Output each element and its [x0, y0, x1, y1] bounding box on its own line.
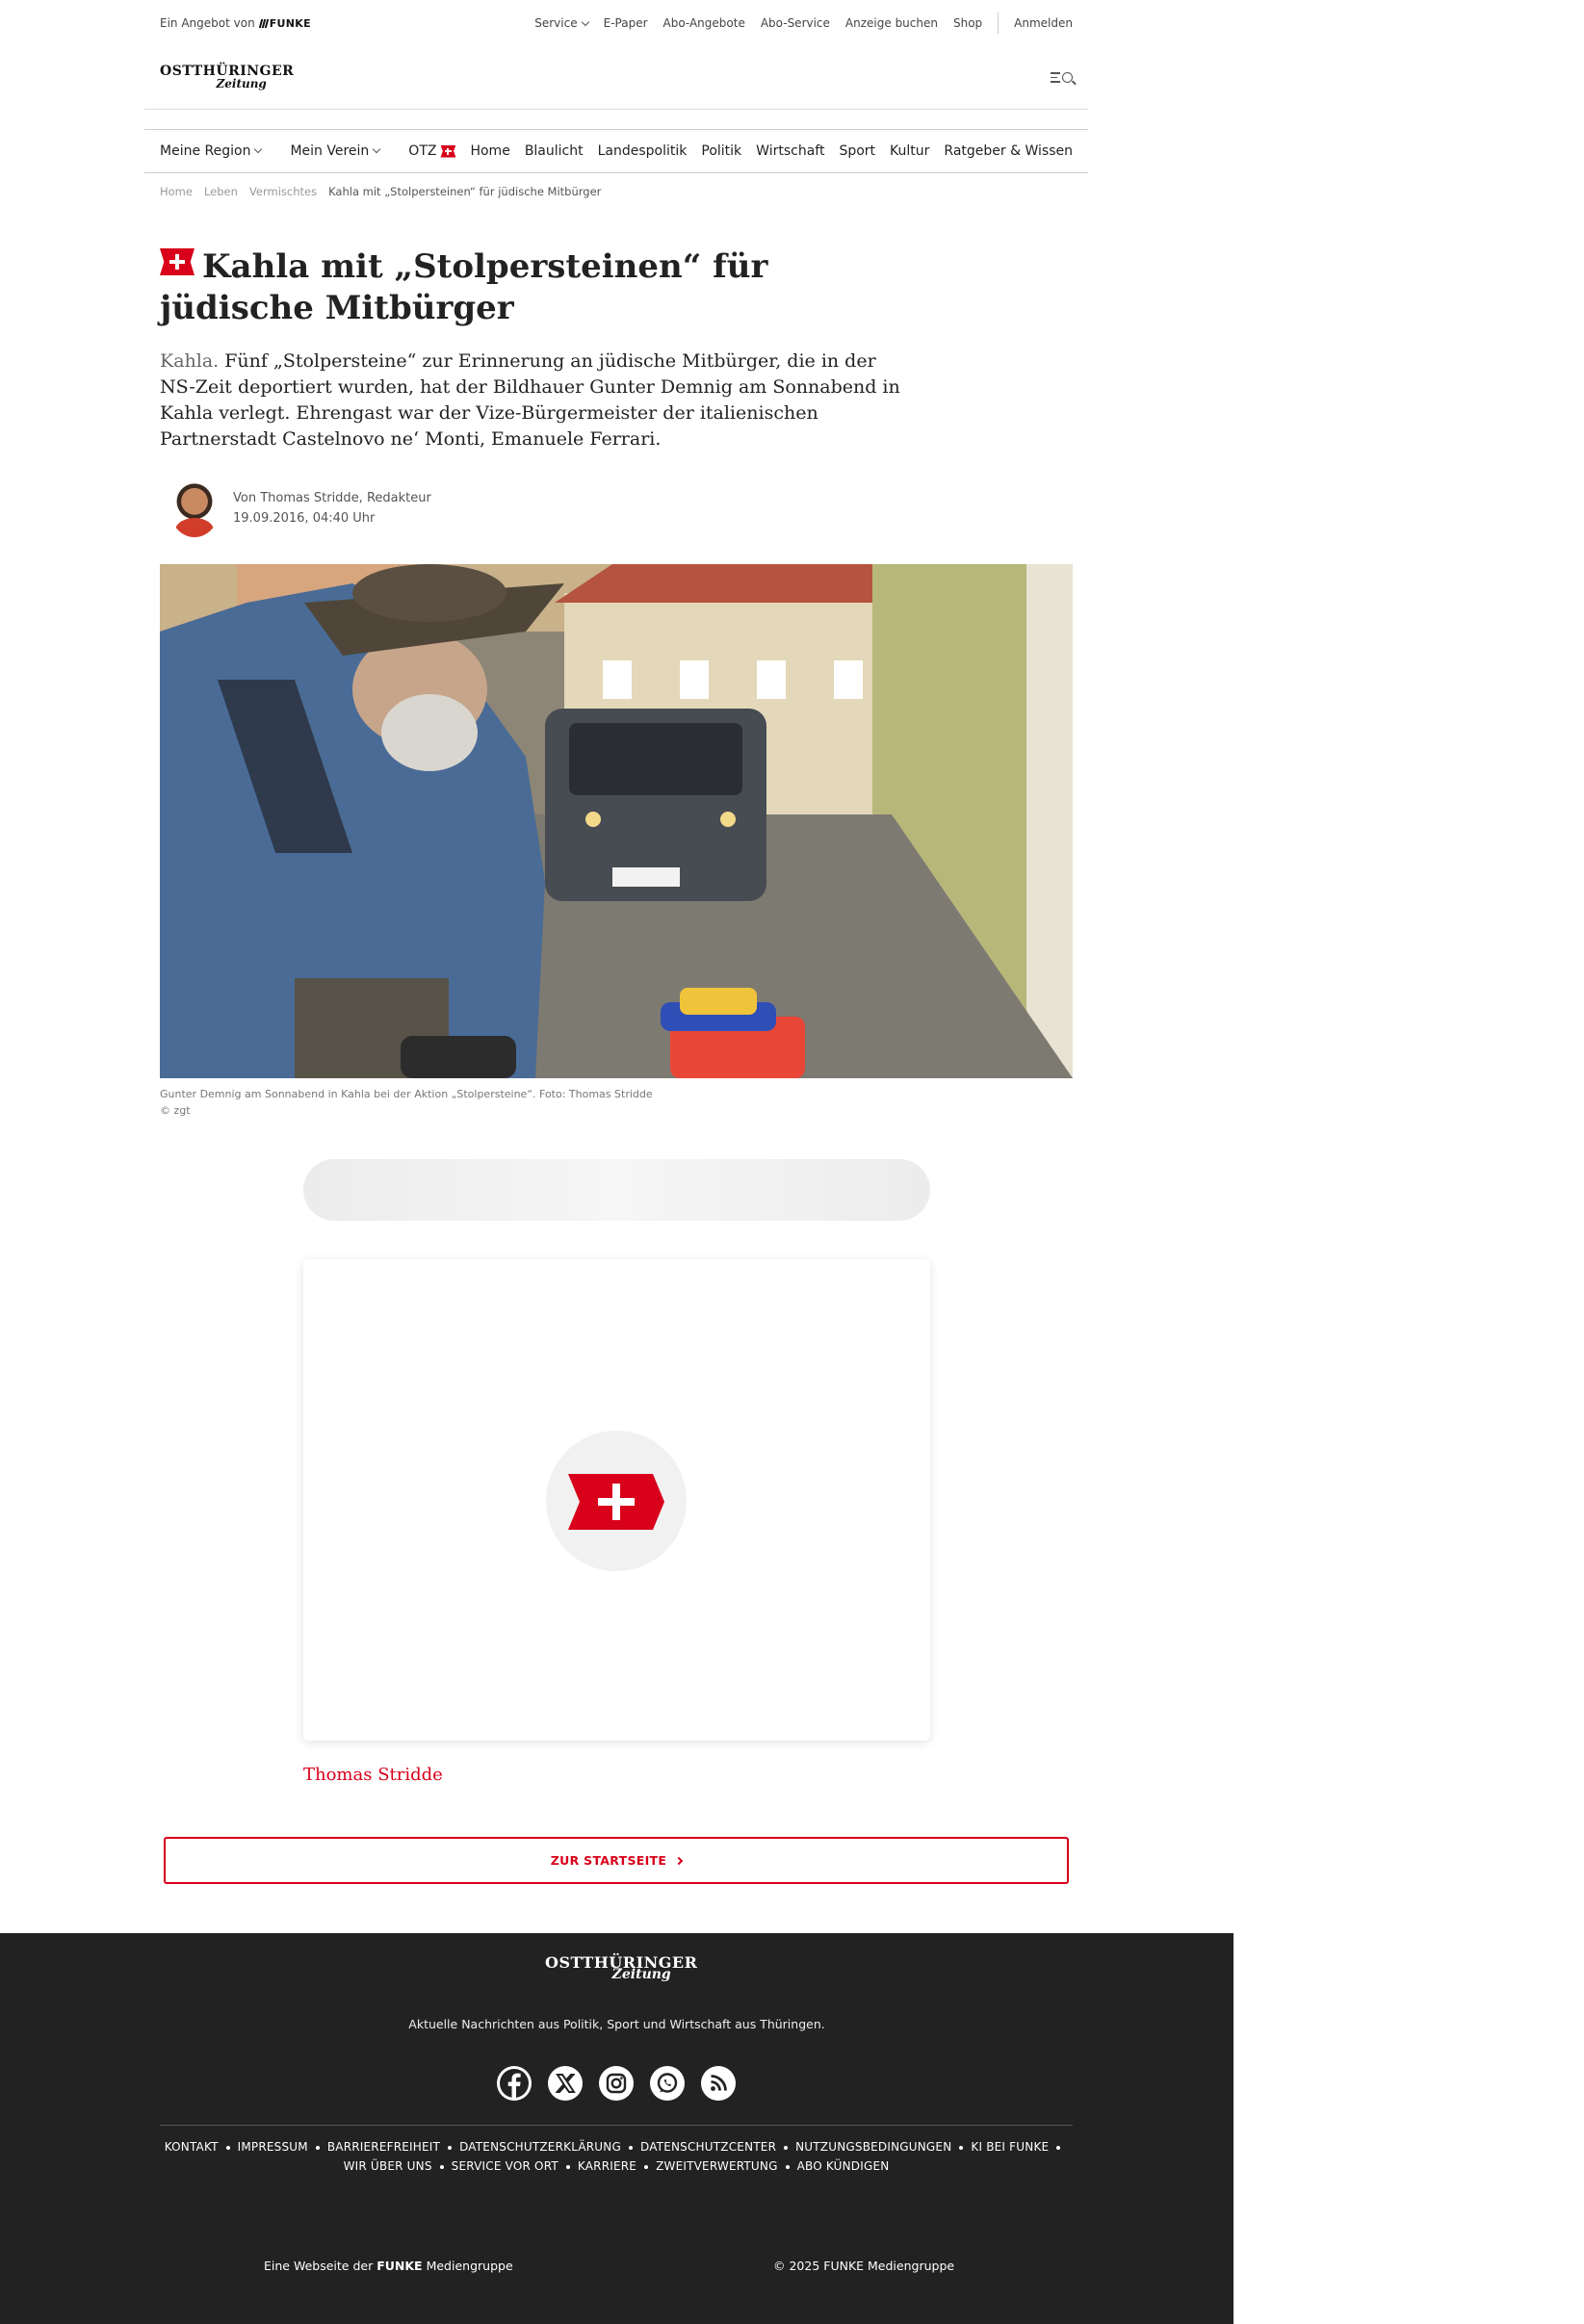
- rss-icon[interactable]: [701, 2066, 736, 2101]
- footer-link-nutzungsbedingungen[interactable]: NUTZUNGSBEDINGUNGEN: [795, 2140, 951, 2154]
- bullet-icon: [315, 2145, 320, 2150]
- footer-link-wir-ueber-uns[interactable]: WIR ÜBER UNS: [344, 2159, 432, 2173]
- plus-badge-icon: [160, 248, 195, 275]
- chevron-right-icon: [674, 1856, 684, 1865]
- social-links: [497, 2066, 736, 2101]
- bullet-icon: [785, 2164, 790, 2169]
- footer-logo[interactable]: OSTTHÜRINGER Zeitung: [545, 1955, 697, 1982]
- top-links: Service E-Paper Abo-Angebote Abo-Service…: [534, 13, 1073, 34]
- nav-kultur[interactable]: Kultur: [890, 143, 929, 159]
- header: OSTTHÜRINGER Zeitung: [144, 46, 1088, 110]
- breadcrumb-vermischtes[interactable]: Vermischtes: [249, 185, 317, 198]
- footer-link-abo-kuendigen[interactable]: ABO KÜNDIGEN: [797, 2159, 890, 2173]
- footer-link-datenschutzerklaerung[interactable]: DATENSCHUTZERKLÄRUNG: [459, 2140, 621, 2154]
- nav-overflow-item[interactable]: Pa: [1087, 143, 1088, 159]
- footer-link-kontakt[interactable]: KONTAKT: [165, 2140, 219, 2154]
- footer-link-ki-bei-funke[interactable]: KI BEI FUNKE: [971, 2140, 1049, 2154]
- footer-tagline: Aktuelle Nachrichten aus Politik, Sport …: [408, 2017, 825, 2031]
- footer-link-service-vor-ort[interactable]: SERVICE VOR ORT: [452, 2159, 558, 2173]
- loading-spinner: [546, 1431, 687, 1571]
- home-button[interactable]: ZUR STARTSEITE: [164, 1837, 1069, 1884]
- author-line[interactable]: Von Thomas Stridde, Redakteur: [233, 488, 431, 508]
- chevron-down-icon: [373, 144, 381, 154]
- whatsapp-icon[interactable]: [650, 2066, 685, 2101]
- bullet-icon: [644, 2164, 649, 2169]
- nav-my-club[interactable]: Mein Verein: [290, 143, 381, 159]
- menu-search-button[interactable]: [1051, 72, 1073, 83]
- breadcrumb-home[interactable]: Home: [160, 185, 193, 198]
- abo-angebote-link[interactable]: Abo-Angebote: [663, 16, 745, 30]
- nav-ratgeber[interactable]: Ratgeber & Wissen: [944, 143, 1073, 159]
- nav-wirtschaft[interactable]: Wirtschaft: [756, 143, 824, 159]
- chevron-down-icon: [581, 17, 589, 27]
- x-icon[interactable]: [548, 2066, 583, 2101]
- funke-offer[interactable]: Ein Angebot von FUNKE: [160, 16, 311, 30]
- article-title: Kahla mit „Stolpersteinen“ für jüdische …: [160, 247, 768, 327]
- footer-link-zweitverwertung[interactable]: ZWEITVERWERTUNG: [656, 2159, 777, 2173]
- menu-icon: [1051, 72, 1060, 83]
- bullet-icon: [784, 2145, 789, 2150]
- nav-sport[interactable]: Sport: [839, 143, 875, 159]
- breadcrumb-current: Kahla mit „Stolpersteinen“ für jüdische …: [328, 185, 602, 198]
- abo-service-link[interactable]: Abo-Service: [761, 16, 830, 30]
- nav-landespolitik[interactable]: Landespolitik: [598, 143, 688, 159]
- bullet-icon: [225, 2145, 230, 2150]
- plus-badge-icon: [440, 144, 456, 158]
- bullet-icon: [448, 2145, 453, 2150]
- site-logo[interactable]: OSTTHÜRINGER Zeitung: [160, 65, 294, 90]
- service-menu[interactable]: Service: [534, 16, 589, 30]
- bullet-icon: [1056, 2145, 1061, 2150]
- publish-date: 19.09.2016, 04:40 Uhr: [233, 511, 376, 526]
- footer-link-karriere[interactable]: KARRIERE: [578, 2159, 636, 2173]
- anzeige-buchen-link[interactable]: Anzeige buchen: [845, 16, 938, 30]
- footer-link-impressum[interactable]: IMPRESSUM: [238, 2140, 308, 2154]
- plus-badge-icon: [568, 1474, 664, 1530]
- article-photo-illustration: [160, 564, 1073, 1078]
- chevron-down-icon: [254, 144, 263, 154]
- footer-links: KONTAKT IMPRESSUM BARRIEREFREIHEIT DATENSCH…: [160, 2137, 1073, 2176]
- nav-politik[interactable]: Politik: [701, 143, 741, 159]
- footer-divider: [160, 2125, 1073, 2126]
- bullet-icon: [959, 2145, 964, 2150]
- image-credit: © zgt: [160, 1104, 191, 1117]
- footer-copyright: © 2025 FUNKE Mediengruppe: [773, 2259, 955, 2273]
- image-caption: Gunter Demnig am Sonnabend in Kahla bei …: [160, 1088, 653, 1117]
- footer-publisher: Eine Webseite der FUNKE Mediengruppe: [264, 2259, 513, 2273]
- author-box: Von Thomas Stridde, Redakteur 19.09.2016…: [169, 479, 431, 537]
- nav-blaulicht[interactable]: Blaulicht: [525, 143, 584, 159]
- top-bar: Ein Angebot von FUNKE Service E-Paper Ab…: [144, 0, 1088, 46]
- footer-link-barrierefreiheit[interactable]: BARRIEREFREIHEIT: [327, 2140, 440, 2154]
- bullet-icon: [628, 2145, 633, 2150]
- instagram-icon[interactable]: [599, 2066, 634, 2101]
- main-nav: Meine Region Mein Verein OTZ Home Blauli…: [144, 129, 1088, 173]
- author-avatar[interactable]: [169, 479, 220, 537]
- bullet-icon: [439, 2164, 444, 2169]
- facebook-icon[interactable]: [497, 2066, 532, 2101]
- epaper-link[interactable]: E-Paper: [604, 16, 648, 30]
- author-name-link[interactable]: Thomas Stridde: [303, 1765, 443, 1785]
- footer-link-datenschutzcenter[interactable]: DATENSCHUTZCENTER: [640, 2140, 776, 2154]
- login-link[interactable]: Anmelden: [1014, 16, 1073, 30]
- divider: [998, 13, 1000, 34]
- article-teaser: Kahla. Fünf „Stolpersteine“ zur Erinneru…: [160, 350, 900, 450]
- search-icon: [1062, 72, 1073, 83]
- funke-logo-mark-icon: [258, 18, 269, 28]
- article-image[interactable]: [160, 564, 1073, 1078]
- dateline: Kahla.: [160, 350, 220, 372]
- bullet-icon: [565, 2164, 570, 2169]
- loading-placeholder: [303, 1159, 930, 1221]
- offer-prefix: Ein Angebot von: [160, 16, 255, 30]
- breadcrumb: Home Leben Vermischtes Kahla mit „Stolpe…: [144, 185, 1088, 198]
- breadcrumb-leben[interactable]: Leben: [204, 185, 238, 198]
- nav-home[interactable]: Home: [470, 143, 509, 159]
- shop-link[interactable]: Shop: [953, 16, 982, 30]
- nav-my-region[interactable]: Meine Region: [160, 143, 263, 159]
- paywall-loading-card: [303, 1259, 930, 1741]
- nav-otz-plus[interactable]: OTZ: [408, 143, 456, 159]
- funke-logo: FUNKE: [258, 17, 311, 30]
- footer: OSTTHÜRINGER Zeitung Aktuelle Nachrichte…: [0, 1933, 1233, 2324]
